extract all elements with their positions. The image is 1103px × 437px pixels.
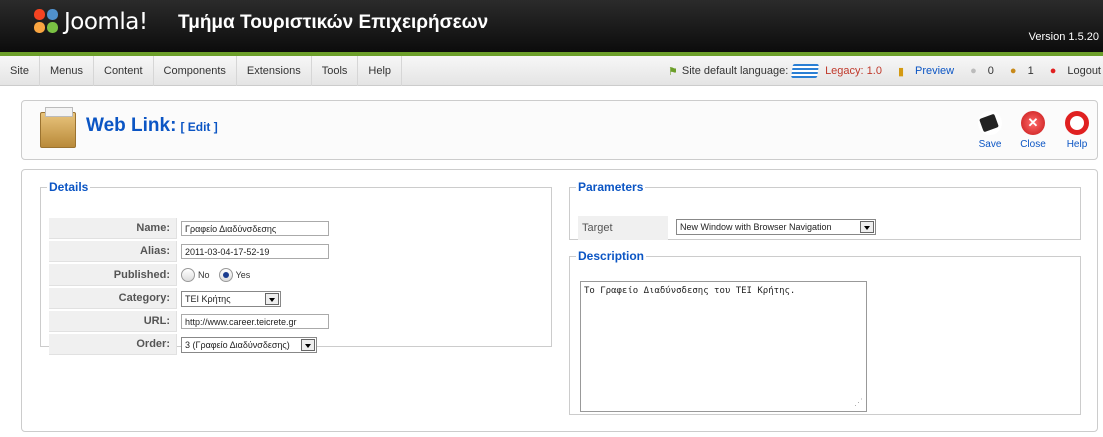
category-value: ΤΕΙ Κρήτης — [185, 293, 231, 304]
users-indicator[interactable]: ● 1 — [1002, 65, 1034, 77]
header-bar: Joomla! Τμήμα Τουριστικών Επιχειρήσεων V… — [0, 0, 1103, 52]
menu-help[interactable]: Help — [358, 56, 403, 86]
parameters-legend: Parameters — [578, 180, 644, 194]
target-row: Target New Window with Browser Navigatio… — [578, 216, 884, 240]
description-fieldset: Description Το Γραφείο Διαδύνσδεσης του … — [569, 249, 1081, 415]
weblink-icon — [40, 107, 76, 148]
joomla-logo-icon — [34, 9, 60, 35]
messages-count: 0 — [987, 65, 994, 77]
menu-content[interactable]: Content — [94, 56, 154, 86]
users-icon: ● — [1009, 65, 1017, 77]
description-textarea[interactable]: Το Γραφείο Διαδύνσδεσης του ΤΕΙ Κρήτης. … — [580, 281, 867, 412]
page-title-text: Web Link: — [86, 115, 177, 136]
help-icon — [1065, 111, 1089, 135]
logo-text: Joomla! — [64, 9, 148, 35]
toolbar-box: Web Link:[ Edit ] Save Close Help — [21, 100, 1098, 160]
main-menu: Site Menus Content Components Extensions… — [0, 56, 403, 86]
target-value: New Window with Browser Navigation — [680, 222, 832, 232]
page-title: Web Link:[ Edit ] — [86, 115, 218, 137]
url-label: URL: — [49, 311, 177, 332]
site-title: Τμήμα Τουριστικών Επιχειρήσεων — [178, 12, 489, 33]
order-select[interactable]: 3 (Γραφείο Διαδύνσδεσης) — [181, 336, 317, 353]
preview-link[interactable]: ▮ Preview — [890, 65, 954, 78]
category-select[interactable]: ΤΕΙ Κρήτης — [181, 290, 281, 307]
category-row: Category: ΤΕΙ Κρήτης — [49, 288, 333, 309]
logout-label: Logout — [1067, 65, 1101, 77]
messages-indicator[interactable]: ● 0 — [962, 65, 994, 77]
order-row: Order: 3 (Γραφείο Διαδύνσδεσης) — [49, 334, 333, 355]
order-label: Order: — [49, 334, 177, 355]
chevron-down-icon — [860, 221, 874, 233]
details-legend: Details — [49, 180, 89, 194]
chevron-down-icon — [265, 292, 279, 305]
details-table: Name: Γραφείο Διαδύνσδεσης Alias: 2011-0… — [49, 216, 333, 357]
published-no-label: No — [198, 270, 210, 280]
menu-extensions[interactable]: Extensions — [237, 56, 312, 86]
order-value: 3 (Γραφείο Διαδύνσδεσης) — [185, 339, 290, 350]
alias-row: Alias: 2011-03-04-17-52-19 — [49, 241, 333, 262]
published-no-radio[interactable] — [181, 268, 195, 282]
preview-label: Preview — [915, 65, 955, 77]
messages-icon: ● — [970, 65, 977, 77]
users-count: 1 — [1027, 65, 1034, 77]
category-label: Category: — [49, 288, 177, 309]
joomla-logo: Joomla! — [34, 9, 148, 35]
target-select[interactable]: New Window with Browser Navigation — [676, 219, 876, 235]
menu-bar: Site Menus Content Components Extensions… — [0, 56, 1103, 86]
published-label: Published: — [49, 264, 177, 286]
save-label: Save — [978, 139, 1002, 150]
details-fieldset: Details Name: Γραφείο Διαδύνσδεσης Alias… — [40, 180, 552, 355]
published-yes-radio[interactable] — [218, 268, 233, 282]
alias-input[interactable]: 2011-03-04-17-52-19 — [181, 244, 329, 259]
name-input[interactable]: Γραφείο Διαδύνσδεσης — [181, 221, 329, 236]
url-row: URL: http://www.career.teicrete.gr — [49, 311, 333, 332]
site-language: ⚑ Site default language: — [668, 56, 820, 86]
save-icon — [978, 111, 1002, 135]
menu-components[interactable]: Components — [154, 56, 237, 86]
name-label: Name: — [49, 218, 177, 239]
version-label: Version 1.5.20 — [1028, 31, 1099, 43]
preview-icon: ▮ — [897, 65, 904, 78]
logout-icon: ● — [1049, 65, 1057, 77]
target-label: Target — [578, 216, 668, 240]
greek-flag-icon — [791, 64, 820, 78]
close-label: Close — [1020, 139, 1046, 150]
description-legend: Description — [578, 249, 645, 263]
parameters-fieldset: Parameters Target New Window with Browse… — [569, 180, 1081, 240]
resize-grip-icon[interactable]: ⋰ — [854, 398, 863, 408]
save-button[interactable]: Save — [970, 111, 1010, 150]
legacy-indicator: Legacy: 1.0 — [825, 65, 882, 77]
close-icon — [1021, 111, 1045, 135]
chevron-down-icon — [301, 338, 315, 351]
page-subtitle: [ Edit ] — [180, 120, 218, 134]
alias-label: Alias: — [49, 241, 177, 262]
url-input[interactable]: http://www.career.teicrete.gr — [181, 314, 329, 329]
close-button[interactable]: Close — [1013, 111, 1053, 150]
published-row: Published: No Yes — [49, 264, 333, 286]
status-area: Legacy: 1.0 ▮ Preview ● 0 ● 1 ● Logout — [817, 56, 1101, 86]
description-text: Το Γραφείο Διαδύνσδεσης του ΤΕΙ Κρήτης. — [584, 286, 796, 296]
menu-site[interactable]: Site — [0, 56, 40, 86]
help-button[interactable]: Help — [1057, 111, 1097, 150]
help-label: Help — [1066, 139, 1088, 150]
logout-link[interactable]: ● Logout — [1042, 65, 1101, 77]
published-yes-label: Yes — [235, 270, 251, 280]
name-row: Name: Γραφείο Διαδύνσδεσης — [49, 218, 333, 239]
menu-tools[interactable]: Tools — [312, 56, 359, 86]
menu-menus[interactable]: Menus — [40, 56, 94, 86]
language-icon: ⚑ — [668, 65, 678, 78]
language-label: Site default language: — [681, 65, 789, 77]
